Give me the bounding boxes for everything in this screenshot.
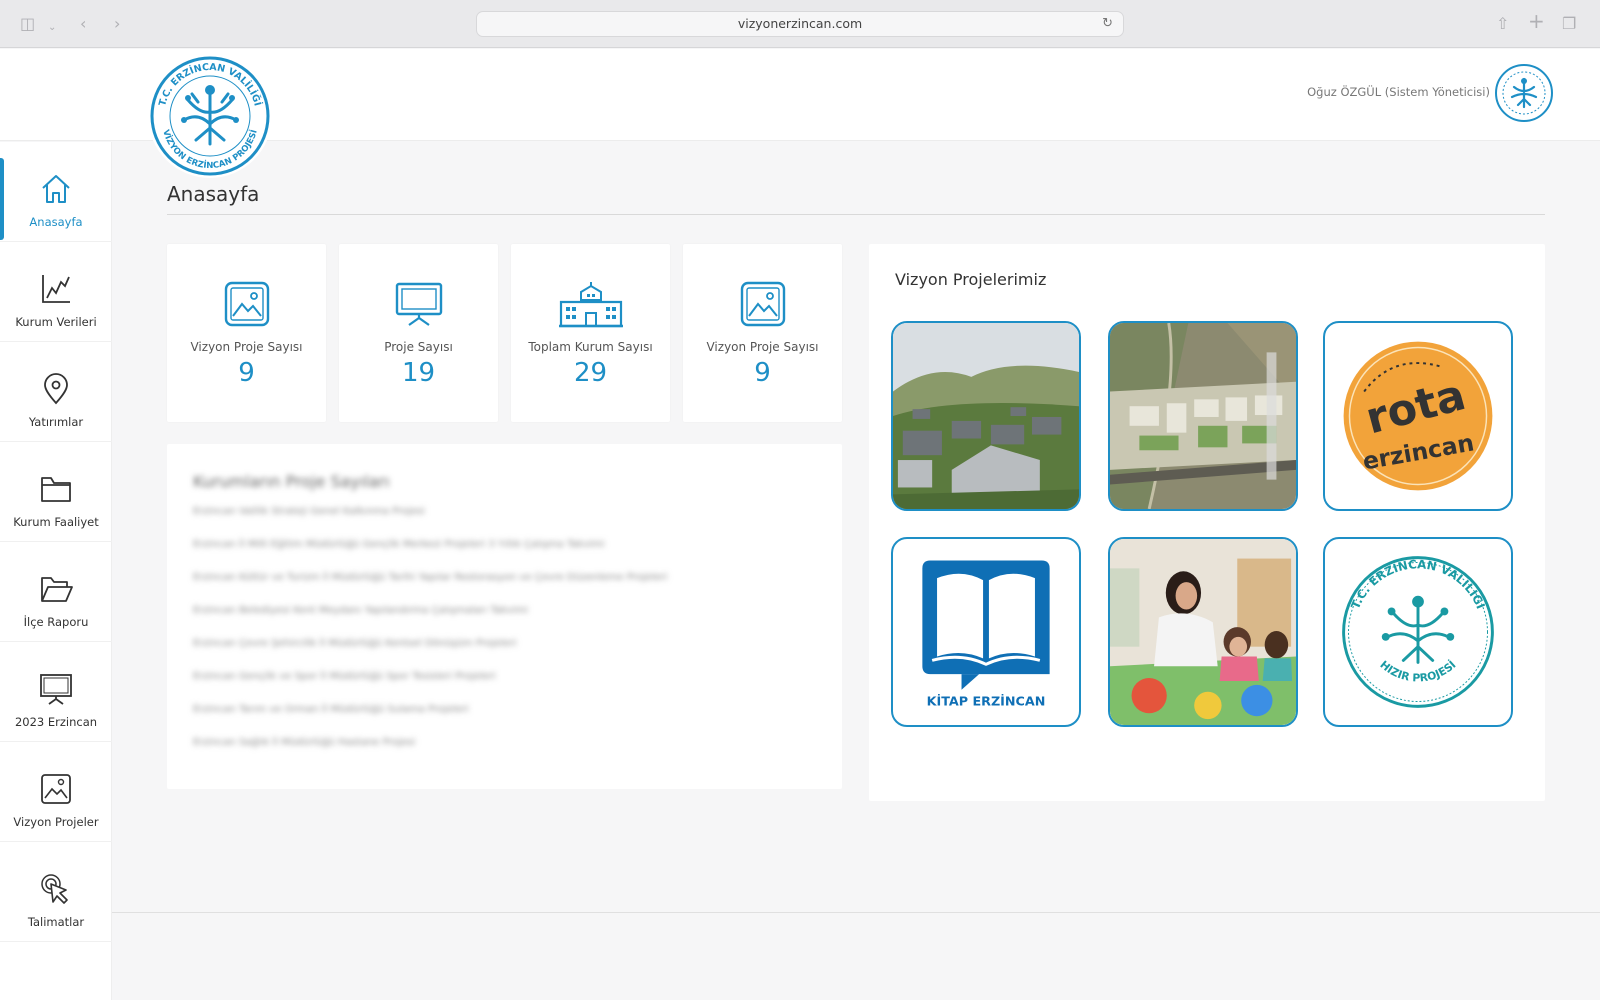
brand-logo[interactable]: T.C. ERZİNCAN VALİLİĞİ VİZYON ERZİNCAN P…	[148, 54, 272, 178]
tab-overview-icon[interactable]: ❐	[1562, 14, 1576, 34]
stat-value: 29	[573, 358, 608, 388]
sidebar-item-label: Yatırımlar	[28, 415, 84, 429]
presentation-icon	[40, 674, 72, 705]
rota-logo-icon: rota erzincan	[1343, 341, 1493, 491]
vision-tile-rota[interactable]: rota erzincan	[1323, 321, 1513, 511]
aerial-site-plan-image	[1110, 323, 1296, 509]
footer-divider	[112, 912, 1600, 913]
list-item[interactable]: Erzincan İl Milli Eğitim Müdürlüğü Gençl…	[193, 539, 605, 550]
folder-icon	[41, 477, 71, 502]
stat-card-toplam-kurum[interactable]: Toplam Kurum Sayısı 29	[511, 244, 670, 422]
presentation-icon	[395, 282, 442, 326]
image-icon	[224, 281, 269, 327]
building-icon	[558, 282, 623, 328]
list-item[interactable]: Erzincan Belediyesi Kent Meydanı Yapılan…	[193, 605, 528, 616]
stat-label: Toplam Kurum Sayısı	[528, 340, 653, 354]
kitap-book-logo-icon: KİTAP ERZİNCAN	[922, 560, 1050, 708]
user-label[interactable]: Oğuz ÖZGÜL (Sistem Yöneticisi)	[1307, 85, 1490, 99]
erzincan-logo-icon: T.C. ERZİNCAN VALİLİĞİ VİZYON ERZİNCAN P…	[150, 56, 270, 176]
sidebar-item-vizyon-projeler[interactable]: Vizyon Projeler	[0, 742, 112, 842]
stat-value: 9	[754, 358, 771, 388]
hizir-logo-icon: T.C. ERZİNCAN VALİLİĞİ HIZIR PROJESİ	[1342, 556, 1494, 708]
sidebar-item-label: İlçe Raporu	[23, 615, 89, 629]
sidebar-item-label: Kurum Verileri	[15, 315, 97, 329]
sidebar-item-label: Vizyon Projeler	[13, 815, 99, 829]
vision-tile-classroom[interactable]	[1108, 537, 1298, 727]
new-tab-icon[interactable]: +	[1528, 11, 1545, 31]
sidebar-item-kurum-faaliyet[interactable]: Kurum Faaliyet	[0, 442, 112, 542]
sidebar-item-2023-erzincan[interactable]: 2023 Erzincan	[0, 642, 112, 742]
stat-label: Vizyon Proje Sayısı	[706, 340, 819, 354]
sidebar-item-label: Talimatlar	[27, 915, 85, 929]
classroom-photo-image	[1110, 539, 1296, 725]
sidebar-item-kurum-verileri[interactable]: Kurum Verileri	[0, 242, 112, 342]
stat-card-proje[interactable]: Proje Sayısı 19	[339, 244, 498, 422]
vision-tile-kitap[interactable]: KİTAP ERZİNCAN	[891, 537, 1081, 727]
sidebar-item-label: Kurum Faaliyet	[13, 515, 99, 529]
sidebar-toggle-icon[interactable]: ◫	[20, 14, 35, 34]
stat-card-vizyon-proje-2[interactable]: Vizyon Proje Sayısı 9	[683, 244, 842, 422]
svg-text:KİTAP ERZİNCAN: KİTAP ERZİNCAN	[927, 693, 1046, 708]
stat-value: 9	[238, 358, 255, 388]
sidebar-item-label: 2023 Erzincan	[14, 715, 98, 729]
browser-toolbar: ◫ ⌄ ‹ › vizyonerzincan.com ↻ ⇧ + ❐	[0, 0, 1600, 48]
vision-tile-village[interactable]	[891, 321, 1081, 511]
page-title: Anasayfa	[167, 182, 260, 206]
list-item[interactable]: Erzincan Çevre Şehircilik İl Müdürlüğü K…	[193, 638, 517, 649]
list-item[interactable]: Erzincan Gençlik ve Spor İl Müdürlüğü Sp…	[193, 671, 496, 682]
vision-panel-title: Vizyon Projelerimiz	[895, 270, 1047, 289]
vision-tile-site-plan[interactable]	[1108, 321, 1298, 511]
village-photo-image	[893, 323, 1079, 509]
sidebar-item-ilce-raporu[interactable]: İlçe Raporu	[0, 542, 112, 642]
reload-icon[interactable]: ↻	[1102, 12, 1113, 36]
home-icon	[42, 175, 70, 203]
institution-projects-panel: Kurumların Proje Sayıları Erzincan Valil…	[167, 444, 842, 789]
chevron-down-icon[interactable]: ⌄	[48, 18, 56, 38]
forward-icon[interactable]: ›	[114, 14, 120, 34]
title-divider	[167, 214, 1545, 215]
sidebar-item-label: Anasayfa	[29, 215, 83, 229]
stat-label: Proje Sayısı	[384, 340, 453, 354]
sidebar-item-yatirimlar[interactable]: Yatırımlar	[0, 342, 112, 442]
sidebar-item-anasayfa[interactable]: Anasayfa	[0, 142, 112, 242]
panel-title: Kurumların Proje Sayıları	[193, 472, 390, 491]
image-icon	[740, 281, 785, 327]
line-chart-icon	[42, 275, 70, 303]
image-icon	[41, 774, 71, 804]
list-item[interactable]: Erzincan Valilik Strateji Genel Kalkınma…	[193, 506, 425, 517]
list-item[interactable]: Erzincan Sağlık İl Müdürlüğü Hastane Pro…	[193, 737, 415, 748]
vision-tile-hizir[interactable]: T.C. ERZİNCAN VALİLİĞİ HIZIR PROJESİ	[1323, 537, 1513, 727]
pointer-click-icon	[41, 874, 68, 904]
back-icon[interactable]: ‹	[80, 14, 86, 34]
sidebar-item-talimatlar[interactable]: Talimatlar	[0, 842, 112, 942]
sidebar-nav: Anasayfa Kurum Verileri Yatırımlar Kurum…	[0, 142, 112, 1000]
folder-open-icon	[41, 577, 73, 602]
map-pin-icon	[44, 373, 68, 405]
share-icon[interactable]: ⇧	[1496, 14, 1509, 34]
list-item[interactable]: Erzincan Kültür ve Turizm İl Müdürlüğü T…	[193, 572, 667, 583]
stat-value: 19	[401, 358, 436, 388]
list-item[interactable]: Erzincan Tarım ve Orman İl Müdürlüğü Sul…	[193, 704, 469, 715]
address-bar[interactable]: vizyonerzincan.com ↻	[476, 11, 1124, 37]
url-text: vizyonerzincan.com	[737, 16, 863, 31]
user-avatar-logo-icon[interactable]	[1494, 63, 1554, 123]
stat-label: Vizyon Proje Sayısı	[190, 340, 303, 354]
stat-card-vizyon-proje[interactable]: Vizyon Proje Sayısı 9	[167, 244, 326, 422]
